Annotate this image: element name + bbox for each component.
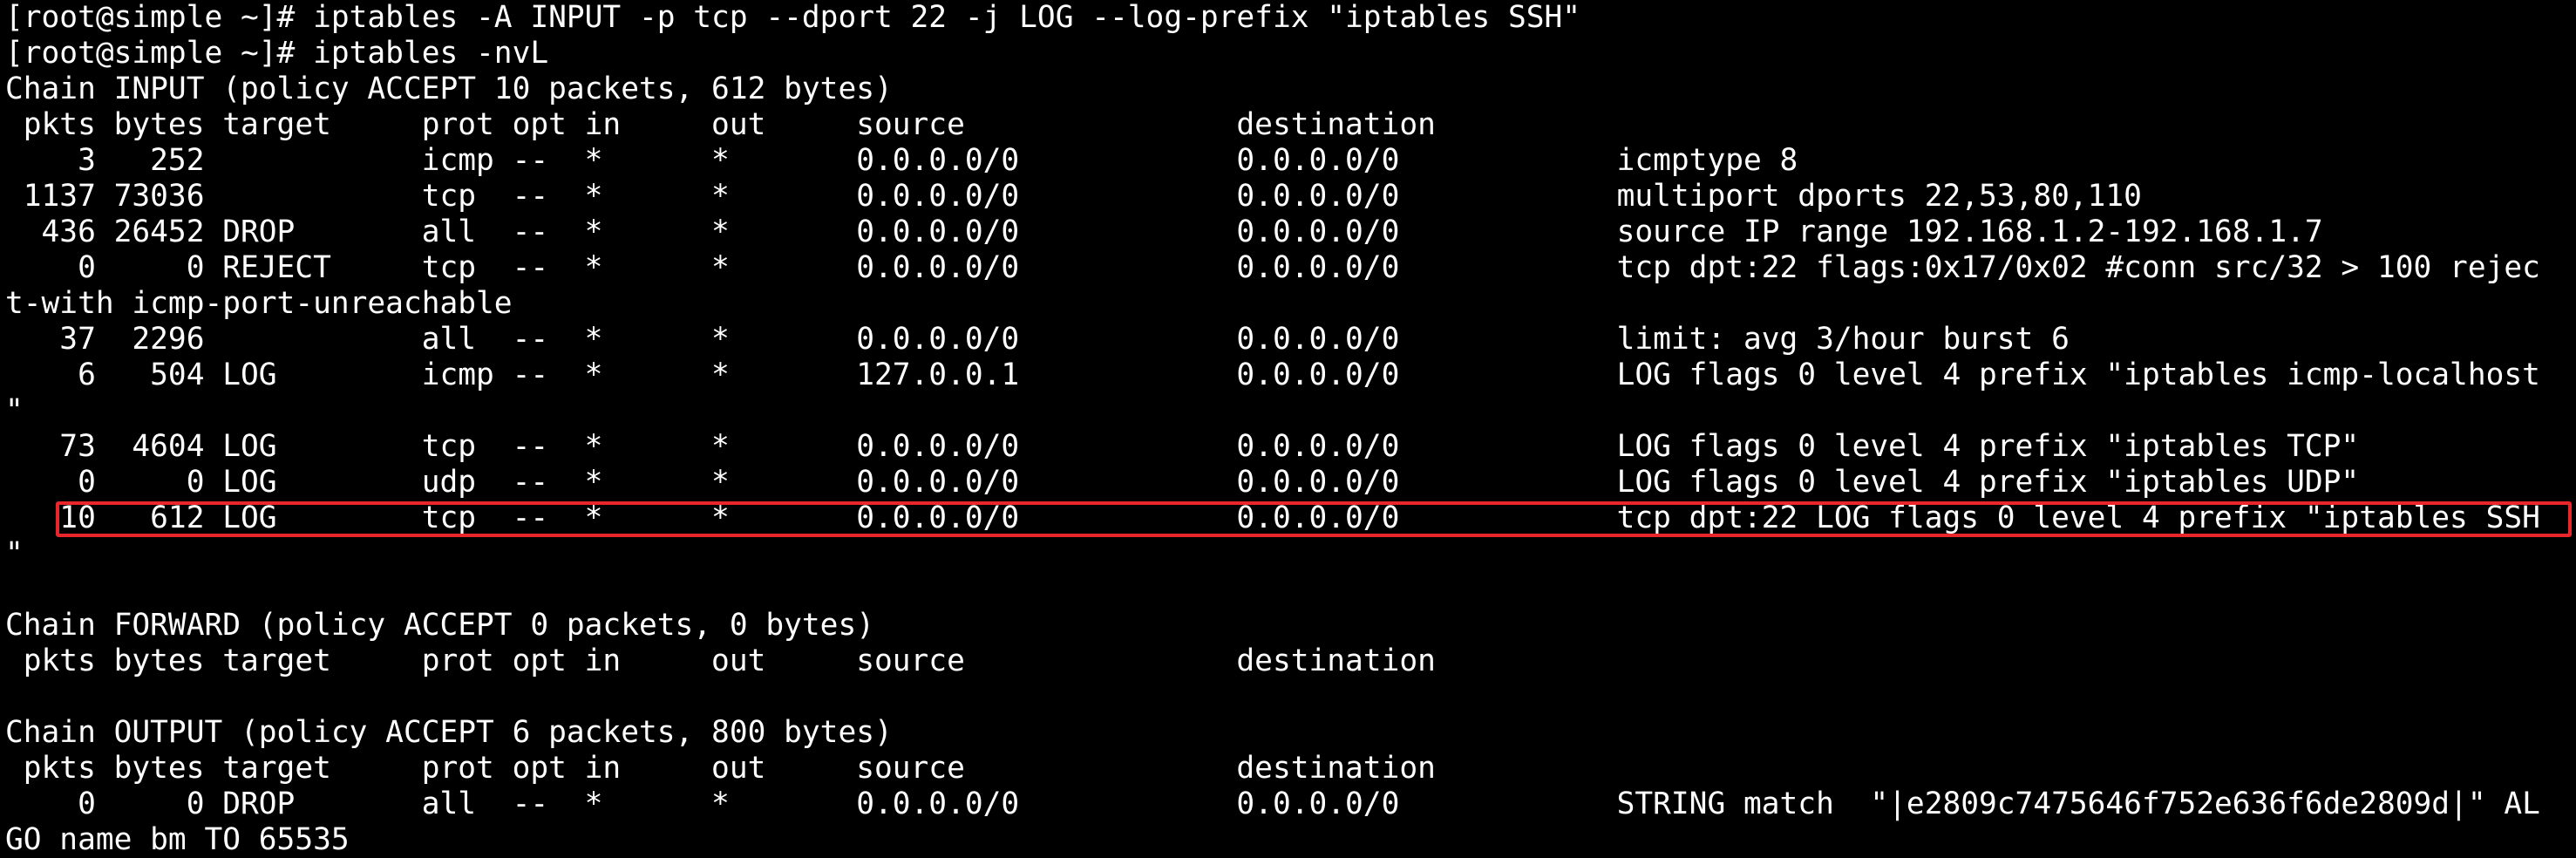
table-row: 3 252 icmp -- * * 0.0.0.0/0 0.0.0.0/0 ic… — [5, 143, 1798, 178]
table-row: 6 504 LOG icmp -- * * 127.0.0.1 0.0.0.0/… — [5, 358, 2540, 392]
table-column-headers-input: pkts bytes target prot opt in out source… — [5, 107, 1436, 142]
chain-input-header: Chain INPUT (policy ACCEPT 10 packets, 6… — [5, 72, 893, 106]
command-line-list-rules: [root@simple ~]# iptables -nvL — [5, 36, 549, 71]
table-row: 0 0 DROP all -- * * 0.0.0.0/0 0.0.0.0/0 … — [5, 786, 2540, 821]
table-row: 436 26452 DROP all -- * * 0.0.0.0/0 0.0.… — [5, 214, 2323, 249]
table-row: 1137 73036 tcp -- * * 0.0.0.0/0 0.0.0.0/… — [5, 179, 2142, 214]
table-row: 37 2296 all -- * * 0.0.0.0/0 0.0.0.0/0 l… — [5, 322, 2070, 357]
table-row-wrap: " — [5, 393, 24, 428]
table-row-wrap: " — [5, 536, 24, 571]
table-row-wrap: GO name bm TO 65535 — [5, 822, 350, 857]
table-column-headers-output: pkts bytes target prot opt in out source… — [5, 751, 1436, 786]
chain-forward-header: Chain FORWARD (policy ACCEPT 0 packets, … — [5, 608, 874, 643]
table-column-headers-forward: pkts bytes target prot opt in out source… — [5, 644, 1436, 678]
table-row-wrap: t-with icmp-port-unreachable — [5, 286, 513, 321]
command-line-append-rule: [root@simple ~]# iptables -A INPUT -p tc… — [5, 0, 1581, 35]
table-row: 0 0 REJECT tcp -- * * 0.0.0.0/0 0.0.0.0/… — [5, 250, 2540, 285]
chain-output-header: Chain OUTPUT (policy ACCEPT 6 packets, 8… — [5, 715, 893, 750]
terminal-window[interactable]: [root@simple ~]# iptables -A INPUT -p tc… — [0, 0, 2576, 858]
table-row: 0 0 LOG udp -- * * 0.0.0.0/0 0.0.0.0/0 L… — [5, 465, 2360, 500]
table-row-highlighted-ssh-log: 10 612 LOG tcp -- * * 0.0.0.0/0 0.0.0.0/… — [5, 500, 2540, 535]
table-row: 73 4604 LOG tcp -- * * 0.0.0.0/0 0.0.0.0… — [5, 429, 2360, 464]
